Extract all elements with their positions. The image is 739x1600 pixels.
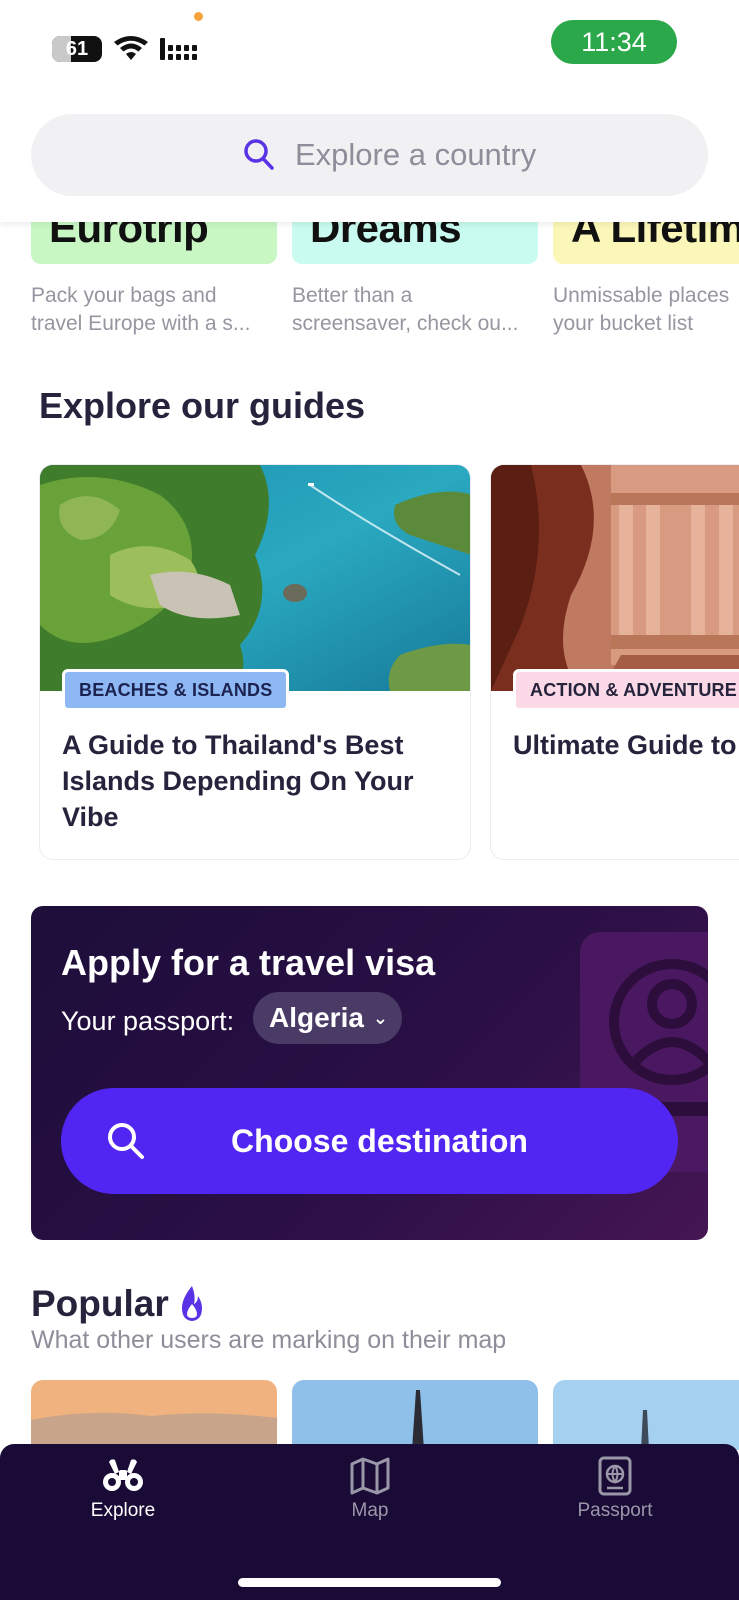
collection-description: Unmissable places your bucket list — [553, 284, 730, 335]
popular-subtitle: What other users are marking on their ma… — [31, 1326, 507, 1354]
passport-country-select[interactable]: Algeria ⌄ — [253, 992, 402, 1044]
collection-description: Better than a screensaver, check ou... — [292, 284, 519, 335]
search-icon — [244, 139, 274, 170]
guides-section-title: Explore our guides — [39, 385, 366, 426]
collection-description: Pack your bags and travel Europe with a … — [31, 284, 251, 335]
destination-image — [553, 1380, 739, 1450]
search-header: Explore a country — [0, 96, 739, 222]
guide-image-islands — [40, 465, 470, 691]
flame-icon — [182, 1286, 202, 1321]
nav-label-explore: Explore — [90, 1500, 156, 1521]
choose-destination-button[interactable]: Choose destination — [61, 1088, 678, 1194]
visa-card: Apply for a travel visa Your passport: A… — [31, 906, 708, 1240]
popular-destination-card[interactable] — [292, 1380, 538, 1450]
destination-image — [31, 1380, 277, 1450]
guide-image-petra — [491, 465, 739, 691]
nav-label-passport: Passport — [577, 1500, 653, 1521]
visa-title: Apply for a travel visa — [61, 942, 436, 983]
battery-icon: 61 — [52, 36, 102, 62]
binoculars-icon — [103, 1459, 143, 1491]
status-time: 11:34 — [551, 20, 677, 64]
guide-category-tag: BEACHES & ISLANDS — [62, 669, 290, 711]
popular-destination-card[interactable] — [31, 1380, 277, 1450]
nav-tab-map[interactable]: Map — [290, 1456, 450, 1522]
wifi-icon — [114, 36, 148, 60]
passport-country-value: Algeria — [269, 1002, 364, 1033]
nav-tab-passport[interactable]: Passport — [535, 1456, 695, 1522]
status-bar: 61 11:34 — [0, 0, 739, 96]
guide-title: A Guide to Thailand's Best Islands Depen… — [62, 730, 414, 832]
passport-label: Your passport: — [61, 1006, 235, 1036]
cellular-signal-icon — [160, 38, 197, 60]
search-placeholder: Explore a country — [295, 137, 537, 172]
guide-category-tag: ACTION & ADVENTURE — [513, 669, 739, 711]
guide-card-petra[interactable]: ACTION & ADVENTURE Ultimate Guide to Pet… — [490, 464, 739, 860]
map-icon — [350, 1457, 390, 1495]
privacy-indicator-dot — [194, 12, 203, 21]
guide-title: Ultimate Guide to Petra, Dead Sea & — [513, 730, 739, 760]
guide-card-thailand[interactable]: BEACHES & ISLANDS A Guide to Thailand's … — [39, 464, 471, 860]
chevron-down-icon: ⌄ — [372, 1008, 388, 1028]
nav-label-map: Map — [351, 1500, 389, 1521]
popular-destination-card[interactable] — [553, 1380, 739, 1450]
home-indicator[interactable] — [238, 1578, 501, 1587]
choose-destination-label: Choose destination — [231, 1123, 528, 1159]
destination-image — [292, 1380, 538, 1450]
search-input[interactable]: Explore a country — [31, 114, 708, 196]
bottom-navigation: Explore Map Passport — [0, 1444, 739, 1600]
passport-icon — [598, 1456, 632, 1496]
battery-level: 61 — [65, 38, 89, 60]
popular-section-title: Popular — [31, 1283, 169, 1324]
nav-tab-explore[interactable]: Explore — [43, 1456, 203, 1522]
